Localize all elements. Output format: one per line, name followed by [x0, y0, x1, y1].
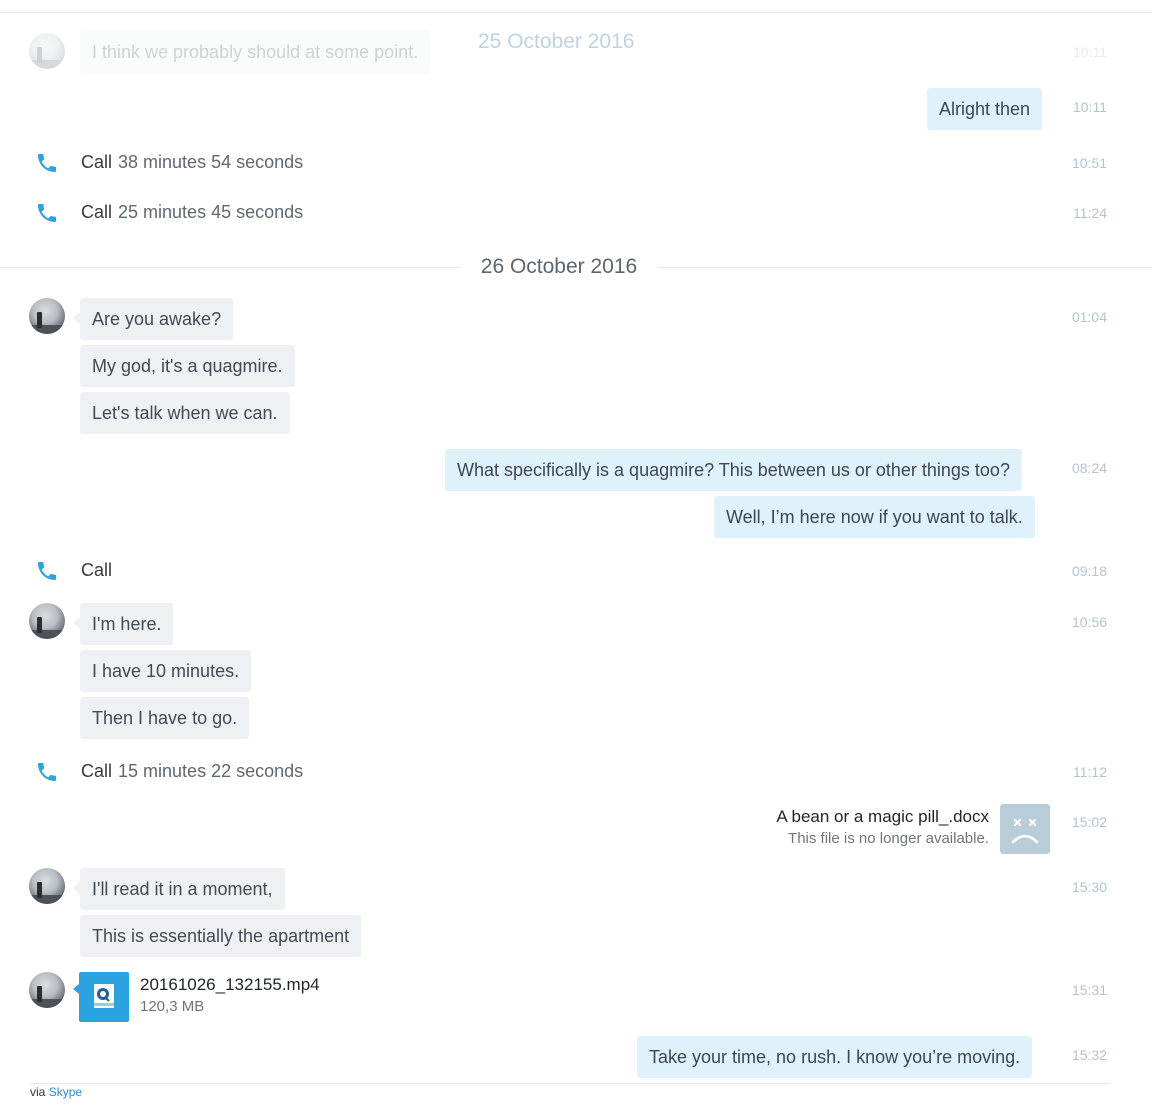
timestamp: 15:02 — [1071, 814, 1107, 830]
file-name[interactable]: A bean or a magic pill_.docx — [700, 807, 989, 827]
avatar — [29, 33, 65, 69]
call-label: Call — [81, 202, 113, 222]
avatar[interactable] — [29, 868, 65, 904]
timestamp: 09:18 — [1071, 563, 1107, 579]
date-label-faded: 25 October 2016 — [478, 30, 635, 53]
timestamp: 01:04 — [1071, 309, 1107, 325]
timestamp: 08:24 — [1071, 460, 1107, 476]
file-status: This file is no longer available. — [788, 830, 989, 847]
file-size: 120,3 MB — [140, 998, 205, 1015]
date-separator-label: 26 October 2016 — [460, 255, 658, 279]
message-bubble-incoming[interactable]: Let's talk when we can. — [80, 392, 290, 434]
phone-icon — [38, 154, 56, 172]
footer-divider — [30, 1083, 1110, 1084]
call-entry[interactable]: Call 15 minutes 22 seconds — [81, 761, 303, 782]
message-bubble-incoming[interactable]: This is essentially the apartment — [80, 915, 362, 957]
footer-prefix: via — [30, 1085, 46, 1099]
message-bubble-incoming[interactable]: Then I have to go. — [80, 697, 250, 739]
message-bubble-incoming[interactable]: I have 10 minutes. — [80, 650, 252, 692]
call-label: Call — [81, 761, 113, 781]
call-duration: 15 minutes 22 seconds — [118, 761, 304, 781]
call-duration: 25 minutes 45 seconds — [118, 202, 304, 222]
message-bubble-faded: I think we probably should at some point… — [80, 30, 431, 74]
message-bubble-incoming[interactable]: I'm here. — [72, 603, 174, 645]
message-bubble-incoming[interactable]: My god, it's a quagmire. — [80, 345, 295, 387]
timestamp: 10:56 — [1071, 614, 1107, 630]
timestamp: 11:24 — [1073, 205, 1107, 221]
timestamp: 10:11 — [1073, 99, 1107, 115]
phone-icon — [38, 763, 56, 781]
call-entry[interactable]: Call 25 minutes 45 seconds — [81, 202, 303, 223]
footer: via Skype — [30, 1085, 82, 1099]
avatar[interactable] — [29, 603, 65, 639]
timestamp: 15:31 — [1071, 982, 1107, 998]
video-file-icon[interactable] — [72, 972, 130, 1022]
phone-icon — [38, 204, 56, 222]
timestamp: 10:51 — [1071, 155, 1107, 171]
top-divider — [0, 12, 1152, 13]
call-label: Call — [81, 152, 113, 172]
timestamp: 11:12 — [1073, 764, 1107, 780]
skype-link[interactable]: Skype — [49, 1085, 82, 1099]
phone-icon — [38, 562, 56, 580]
timestamp: 15:30 — [1071, 879, 1107, 895]
message-bubble-outgoing[interactable]: Well, I’m here now if you want to talk. — [714, 496, 1035, 538]
timestamp: 15:32 — [1071, 1047, 1107, 1063]
avatar[interactable] — [29, 298, 65, 334]
call-entry[interactable]: Call — [81, 560, 112, 581]
message-bubble-incoming[interactable]: I'll read it in a moment, — [73, 868, 285, 910]
call-entry[interactable]: Call 38 minutes 54 seconds — [81, 152, 303, 173]
file-unavailable-icon — [1000, 804, 1050, 854]
avatar[interactable] — [29, 972, 65, 1008]
call-label: Call — [81, 560, 113, 580]
file-name[interactable]: 20161026_132155.mp4 — [140, 975, 320, 995]
message-bubble-outgoing[interactable]: Alright then — [927, 88, 1043, 130]
call-duration: 38 minutes 54 seconds — [118, 152, 304, 172]
timestamp-faded: 10:11 — [1073, 44, 1107, 60]
message-bubble-incoming[interactable]: Are you awake? — [72, 298, 234, 340]
message-bubble-outgoing[interactable]: What specifically is a quagmire? This be… — [445, 449, 1022, 491]
message-bubble-outgoing[interactable]: Take your time, no rush. I know you’re m… — [637, 1036, 1033, 1078]
